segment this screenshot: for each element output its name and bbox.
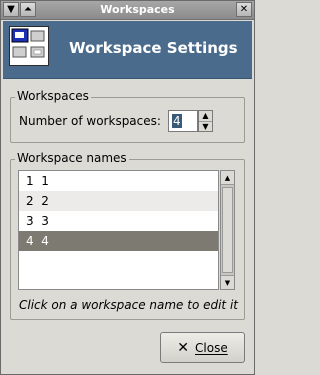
list-item[interactable]: 2 2	[19, 191, 218, 211]
chevron-down-icon: ▼	[202, 122, 209, 131]
workspace-names-list[interactable]: 1 1 2 2 3 3 4 4	[18, 170, 219, 290]
menu-arrow-icon: ▼	[7, 3, 15, 15]
settings-banner: Workspace Settings	[3, 21, 252, 79]
window-close-button[interactable]: ✕	[236, 2, 252, 17]
increment-button[interactable]: ▲	[199, 111, 212, 122]
workspaces-window: ▼ ⏶ Workspaces ✕ Workspace Settings Work…	[0, 0, 255, 375]
list-item[interactable]: 3 3	[19, 211, 218, 231]
scroll-up-button[interactable]: ▲	[221, 171, 234, 185]
banner-title: Workspace Settings	[69, 39, 238, 57]
decrement-button[interactable]: ▼	[199, 122, 212, 132]
window-title: Workspaces	[100, 3, 175, 16]
chevron-up-icon: ▲	[202, 111, 209, 120]
workspace-names-frame-label: Workspace names	[15, 151, 129, 165]
close-button-label: Close	[195, 340, 228, 355]
workspace-count-label: Number of workspaces:	[19, 114, 161, 128]
shade-button[interactable]: ⏶	[20, 2, 36, 17]
close-icon: ✕	[239, 3, 249, 15]
edit-hint: Click on a workspace name to edit it	[19, 298, 238, 312]
list-item[interactable]: 1 1	[19, 171, 218, 191]
scroll-down-button[interactable]: ▼	[221, 275, 234, 289]
scrollbar-thumb[interactable]	[222, 187, 233, 273]
workspace-count-value: 4	[172, 114, 182, 128]
scroll-up-icon: ▲	[224, 173, 231, 182]
list-item-selected[interactable]: 4 4	[19, 231, 218, 251]
close-button[interactable]: ✕ Close	[160, 332, 245, 363]
workspace-count-stepper[interactable]: ▲ ▼	[198, 110, 213, 132]
window-menu-button[interactable]: ▼	[3, 2, 19, 17]
vertical-scrollbar[interactable]: ▲ ▼	[220, 170, 235, 290]
shade-icon: ⏶	[24, 3, 32, 15]
workspace-count-input[interactable]: 4	[168, 110, 198, 132]
title-bar[interactable]: ▼ ⏶ Workspaces ✕	[1, 1, 254, 20]
close-x-icon: ✕	[177, 339, 190, 356]
scroll-down-icon: ▼	[224, 278, 231, 287]
workspaces-frame-label: Workspaces	[15, 89, 91, 103]
workspaces-icon	[9, 26, 49, 66]
